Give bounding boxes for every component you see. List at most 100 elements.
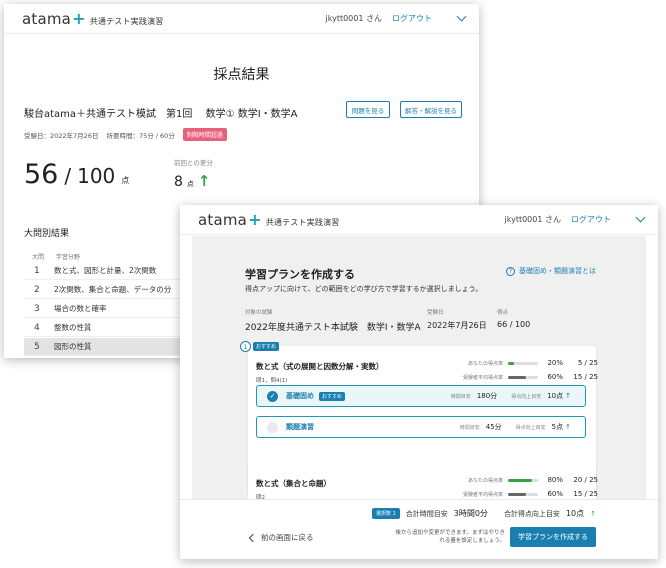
topic-card: 数と式（集合と命題） 問2 あなたの得点率 80% 20 / 25 受験者平均得…: [248, 463, 598, 499]
chevron-down-icon[interactable]: [635, 212, 646, 223]
row-field: 整数の性質: [54, 323, 92, 332]
section-title: 大問別結果: [24, 229, 70, 239]
gain-label: 得点向上目安: [511, 393, 542, 400]
total-time-label: 合計時間目安: [405, 509, 448, 518]
your-rate-stat: あなたの得点率 20% 5 / 25: [438, 358, 598, 368]
diff-label: 前回との差分: [174, 159, 213, 167]
diff-value: 8: [174, 174, 183, 190]
total-time-value: 3時間0分: [453, 509, 488, 518]
rate-percent: 60%: [547, 490, 563, 498]
rate-bar-fill: [508, 478, 532, 482]
logout-link[interactable]: ログアウト: [571, 214, 611, 225]
score-label: 得点: [497, 310, 509, 316]
stat-label: 受験者平均得点率: [462, 374, 503, 381]
overtime-badge: 制限時間超過: [182, 128, 227, 141]
table-header: 大問 学習分野: [24, 252, 80, 261]
rate-bar: [508, 361, 538, 365]
col-field: 学習分野: [55, 254, 80, 261]
user-name: jkytt0001 さん: [504, 215, 561, 224]
rate-score: 20 / 25: [573, 476, 598, 484]
page-description: 得点アップに向けて、どの範囲をどの学び方で学習するか選択しましょう。: [245, 285, 483, 293]
gain-value: 10点: [547, 392, 564, 400]
option-basic[interactable]: ✓ 基礎固め おすすめ 時間目安 180分 得点向上目安 10点 ↑: [256, 385, 586, 407]
rate-bar-fill: [508, 375, 526, 379]
time-value: 45分: [485, 423, 502, 431]
question-icon: ?: [506, 266, 515, 276]
logo-text: atama: [22, 10, 72, 28]
view-problem-button[interactable]: 問題を見る: [346, 101, 390, 118]
rate-percent: 80%: [547, 476, 563, 484]
stat-label: あなたの得点率: [467, 477, 503, 484]
rate-percent: 20%: [547, 359, 563, 367]
check-icon: ✓: [267, 390, 278, 402]
your-rate-stat: あなたの得点率 80% 20 / 25: [438, 475, 598, 485]
arrow-up-icon: ↑: [590, 509, 596, 518]
exam-meta: 受験日：2022年7月26日 所要時間：75分 / 60分 制限時間超過: [24, 128, 227, 141]
topic-title: 数と式（集合と命題）: [256, 479, 331, 488]
topic-number: 1: [240, 341, 251, 352]
view-answer-button[interactable]: 解答・解説を見る: [400, 101, 462, 118]
plan-summary: 選択数 1 合計時間目安 3時間0分 合計得点向上目安 10点 ↑: [371, 508, 596, 519]
chevron-left-icon: [248, 533, 258, 542]
row-field: 場合の数と確率: [54, 304, 107, 313]
study-plan-window: atama + 共通テスト実践演習 jkytt0001 さん ログアウト 学習プラ…: [180, 205, 658, 559]
exam-duration: 所要時間：75分 / 60分: [106, 131, 175, 140]
option-similar[interactable]: 類題演習 時間目安 45分 得点向上目安 5点 ↑: [256, 416, 586, 438]
help-link-label: 基礎固め・類題演習とは: [519, 267, 596, 275]
option-name: 基礎固め: [286, 392, 314, 400]
row-field: 数と式、図形と計量、2次関数: [54, 266, 157, 275]
app-logo[interactable]: atama + 共通テスト実践演習: [22, 9, 164, 28]
time-label: 時間目安: [450, 393, 471, 400]
gain-label: 得点向上目安: [515, 424, 546, 431]
topic-questions: 問1，問4(1): [256, 378, 288, 384]
row-num: 1: [34, 265, 40, 276]
app-header: atama + 共通テスト実践演習 jkytt0001 さん ログアウト: [4, 4, 479, 34]
arrow-up-icon: ↑: [565, 423, 571, 431]
diff-unit: 点: [186, 180, 194, 188]
row-num: 3: [34, 303, 40, 314]
back-link[interactable]: 前の画面に戻る: [248, 532, 314, 543]
score-separator: /: [64, 164, 72, 188]
exam-date: 受験日：2022年7月26日: [24, 131, 99, 140]
app-header: atama + 共通テスト実践演習 jkytt0001 さん ログアウト: [180, 205, 658, 235]
chevron-down-icon[interactable]: [456, 11, 467, 22]
plan-footer: 選択数 1 合計時間目安 3時間0分 合計得点向上目安 10点 ↑ 前の画面に戻…: [180, 499, 658, 559]
logout-link[interactable]: ログアウト: [392, 13, 432, 24]
stat-label: 受験者平均得点率: [462, 491, 503, 498]
help-link[interactable]: ? 基礎固め・類題演習とは: [506, 266, 596, 276]
create-plan-button[interactable]: 学習プランを作成する: [510, 527, 596, 547]
topic-title: 数と式（式の展開と因数分解・実数）: [256, 362, 384, 371]
app-logo[interactable]: atama + 共通テスト実践演習: [198, 210, 340, 229]
rate-bar: [508, 478, 538, 482]
logo-plus: +: [248, 210, 262, 229]
date-value: 2022年7月26日: [427, 321, 487, 330]
rate-score: 5 / 25: [577, 359, 598, 367]
score-unit: 点: [121, 176, 130, 185]
app-subtitle: 共通テスト実践演習: [265, 218, 340, 227]
page-title: 学習プランを作成する: [245, 268, 355, 281]
plan-panel: 学習プランを作成する ? 基礎固め・類題演習とは 得点アップに向けて、どの範囲を…: [192, 236, 646, 499]
row-field: 2次関数、集合と命題、データの分: [54, 285, 172, 294]
recommend-tag: おすすめ: [319, 391, 346, 401]
app-subtitle: 共通テスト実践演習: [89, 17, 164, 26]
rate-bar-fill: [508, 492, 526, 496]
option-name: 類題演習: [286, 423, 314, 431]
time-label: 時間目安: [459, 424, 480, 431]
page-title: 採点結果: [213, 67, 270, 83]
score-value: 56: [24, 159, 59, 190]
logo-plus: +: [72, 9, 86, 28]
user-name: jkytt0001 さん: [325, 14, 382, 23]
row-num: 5: [34, 341, 40, 352]
back-link-label: 前の画面に戻る: [261, 533, 314, 542]
arrow-up-icon: ↑: [197, 172, 211, 190]
col-num: 大問: [32, 254, 45, 261]
rate-score: 15 / 25: [573, 373, 598, 381]
radio-icon: [267, 421, 278, 433]
arrow-up-icon: ↑: [565, 392, 571, 400]
avg-rate-stat: 受験者平均得点率 60% 15 / 25: [438, 489, 598, 499]
rate-score: 15 / 25: [573, 490, 598, 498]
date-label: 受験日: [427, 310, 444, 316]
selected-count-badge: 選択数 1: [371, 508, 400, 519]
rate-bar: [508, 375, 538, 379]
target-value: 2022年度共通テスト本試験 数学Ⅰ・数学A: [245, 323, 421, 333]
